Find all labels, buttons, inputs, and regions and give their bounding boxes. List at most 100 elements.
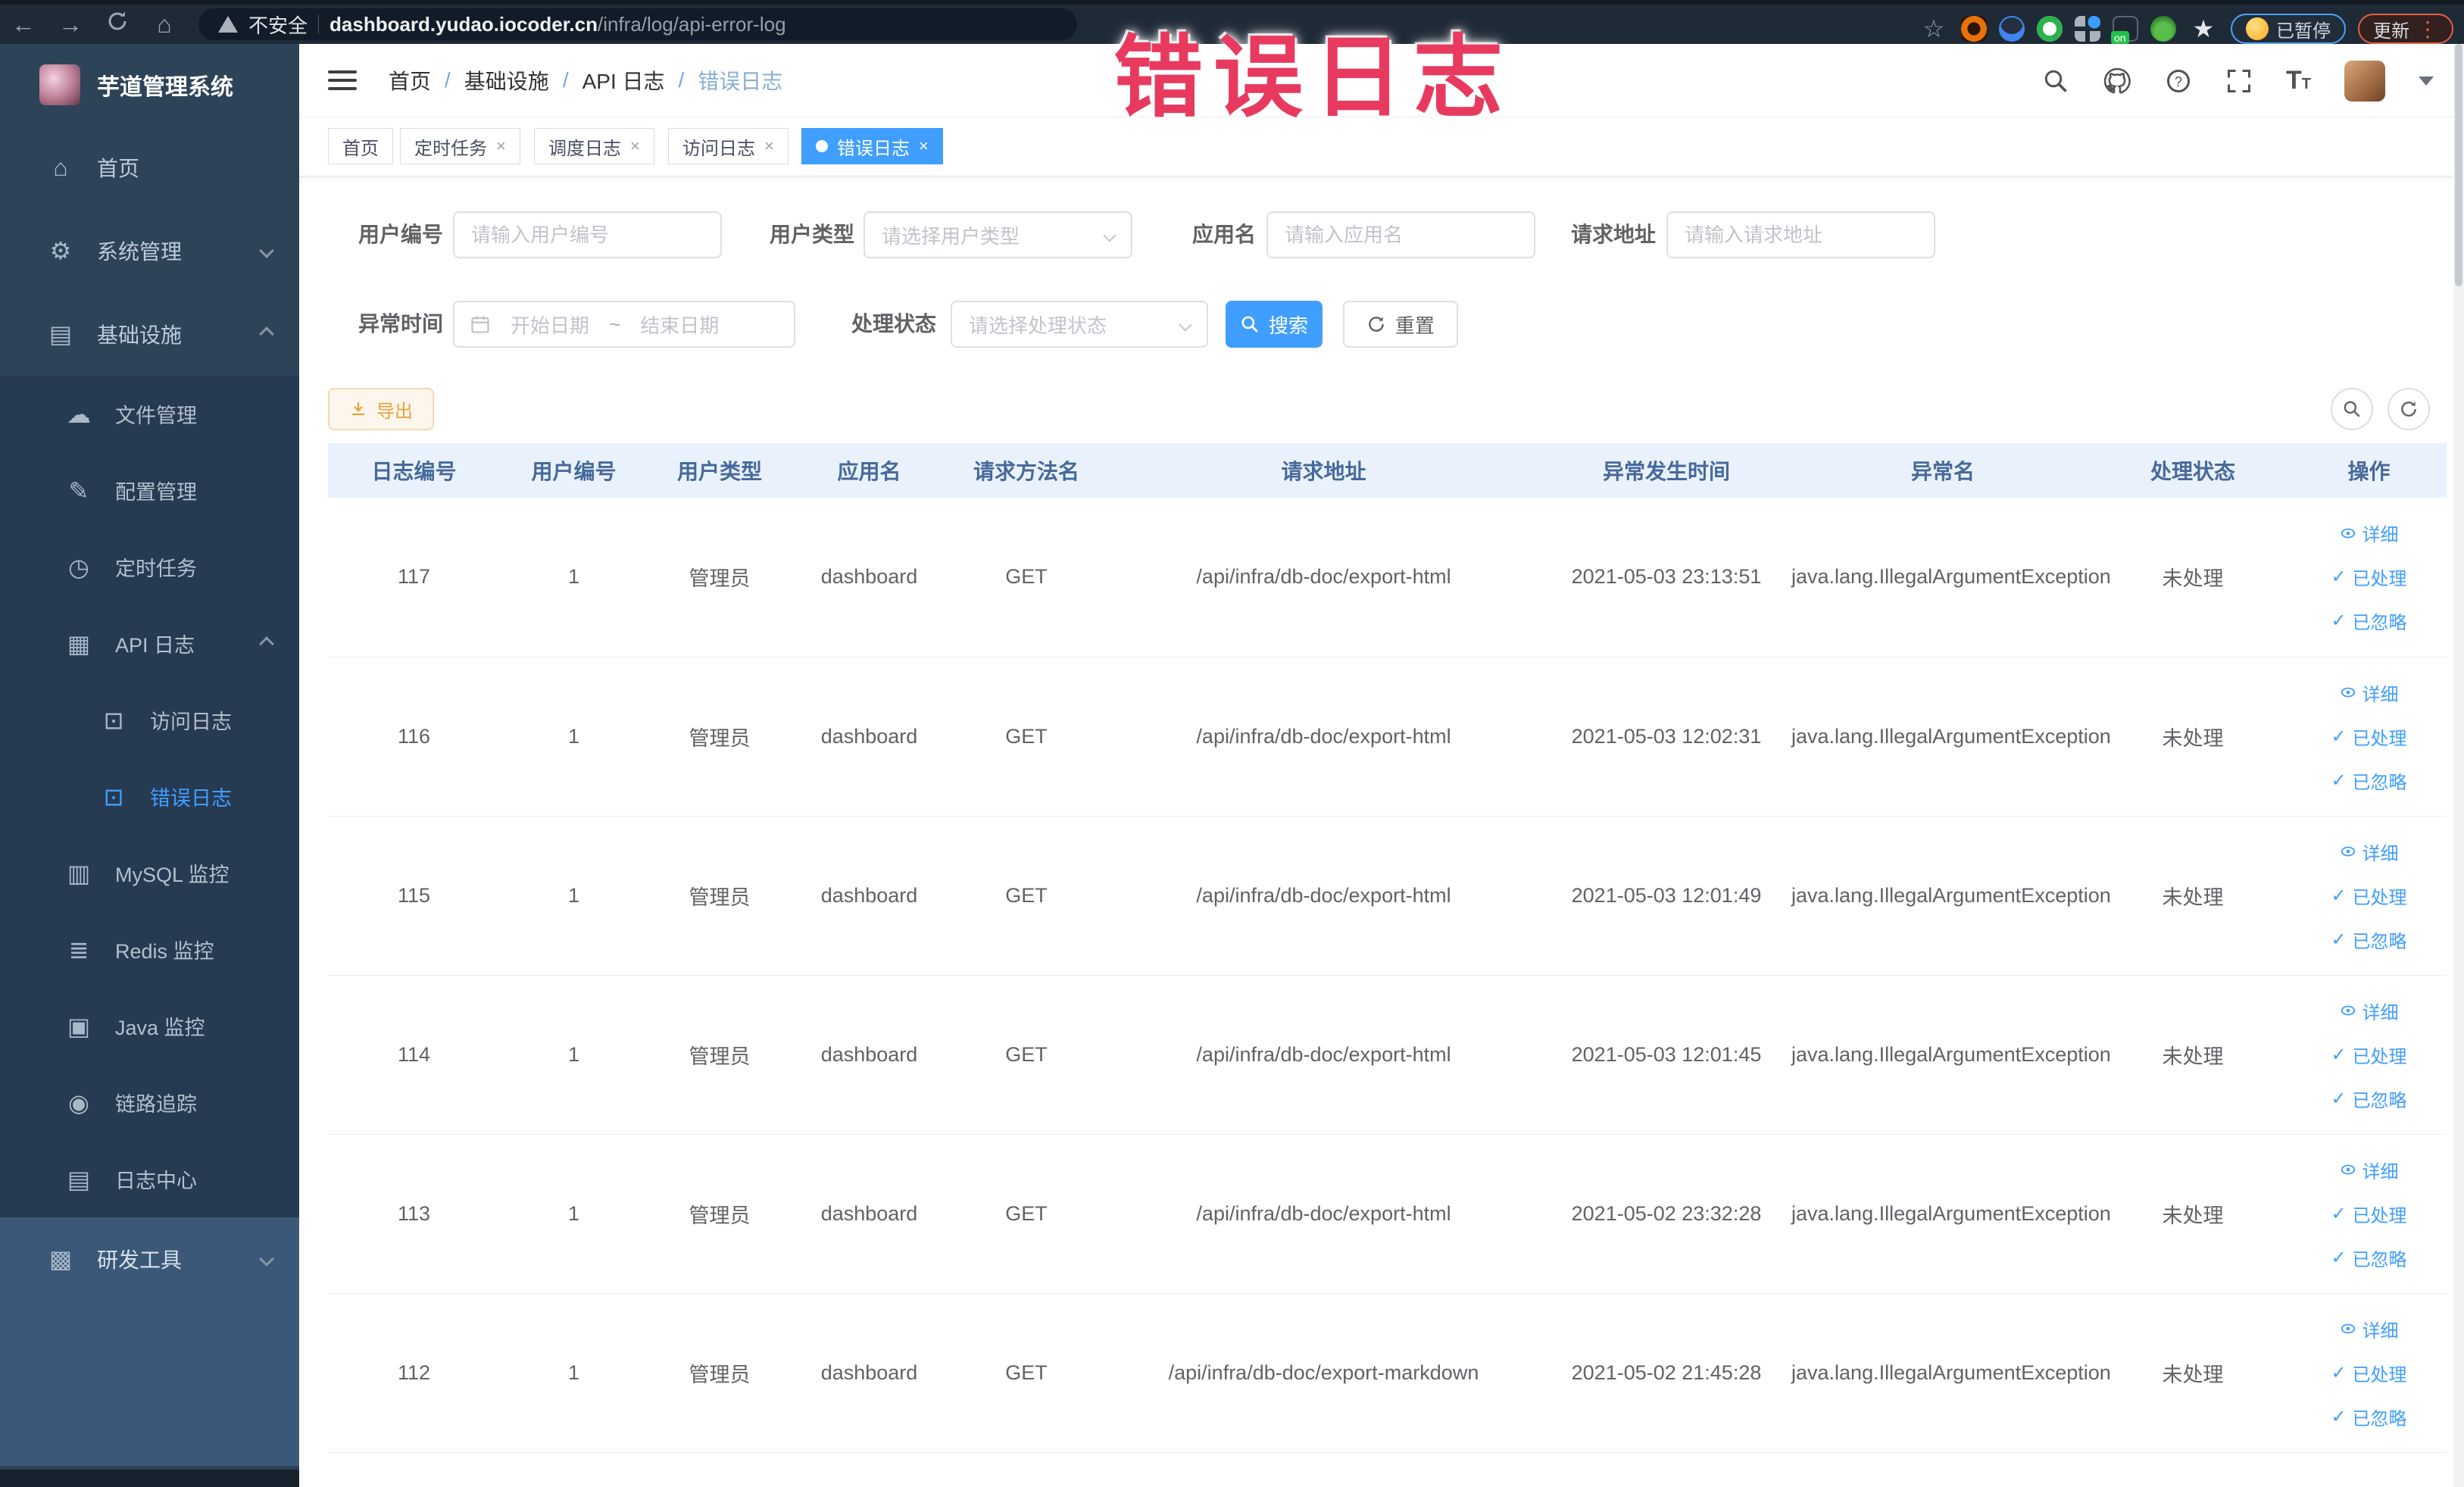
mark-processed-link[interactable]: ✓ 已处理 xyxy=(2291,1351,2447,1395)
url-text[interactable]: dashboard.yudao.iocoder.cn/infra/log/api… xyxy=(329,13,786,36)
mark-processed-link[interactable]: ✓ 已处理 xyxy=(2291,714,2447,758)
sidebar-item-trace[interactable]: ◉ 链路追踪 xyxy=(0,1064,299,1141)
browser-reload-icon[interactable] xyxy=(94,10,141,39)
detail-link[interactable]: 详细 xyxy=(2291,1148,2447,1192)
user-id-input[interactable] xyxy=(453,211,722,258)
detail-link[interactable]: 详细 xyxy=(2291,1307,2447,1351)
kebab-menu-icon[interactable]: ⋮ xyxy=(2417,17,2438,42)
tab-schedule-log[interactable]: 调度日志 × xyxy=(534,128,654,164)
request-url-input[interactable] xyxy=(1666,211,1935,258)
fullscreen-icon[interactable] xyxy=(2225,67,2253,95)
export-button[interactable]: 导出 xyxy=(328,388,434,430)
breadcrumb-item-api-log[interactable]: API 日志 xyxy=(582,65,665,95)
page-scrollbar[interactable] xyxy=(2453,44,2464,1487)
select-placeholder: 请选择用户类型 xyxy=(882,224,1020,248)
mark-ignored-link[interactable]: ✓ 已忽略 xyxy=(2291,599,2447,643)
bookmark-star-icon[interactable]: ☆ xyxy=(1919,14,1949,43)
app-logo-row[interactable]: 芋道管理系统 xyxy=(0,44,299,126)
extension-icon-green-sprout[interactable] xyxy=(2150,16,2176,42)
tab-home[interactable]: 首页 xyxy=(328,128,393,164)
sidebar-item-java-monitor[interactable]: ▣ Java 监控 xyxy=(0,988,299,1064)
app-name-input[interactable] xyxy=(1266,211,1535,258)
sidebar-item-file-management[interactable]: ☁ 文件管理 xyxy=(0,376,299,452)
sidebar-item-dev-tools[interactable]: ▩ 研发工具 xyxy=(0,1217,299,1301)
user-menu-caret-icon[interactable] xyxy=(2419,76,2434,86)
mark-ignored-link[interactable]: ✓ 已忽略 xyxy=(2291,1236,2447,1279)
help-icon[interactable]: ? xyxy=(2165,67,2192,95)
address-bar[interactable]: 不安全 dashboard.yudao.iocoder.cn/infra/log… xyxy=(198,8,1077,40)
cell-status: 未处理 xyxy=(2094,1134,2291,1294)
sidebar-item-mysql-monitor[interactable]: ▥ MySQL 监控 xyxy=(0,835,299,911)
close-icon[interactable]: × xyxy=(630,136,640,156)
browser-home-icon[interactable]: ⌂ xyxy=(141,11,188,39)
browser-forward-icon[interactable]: → xyxy=(47,11,94,39)
tab-access-log[interactable]: 访问日志 × xyxy=(668,128,789,164)
breadcrumb-item-home[interactable]: 首页 xyxy=(389,65,431,95)
check-icon: ✓ xyxy=(2331,567,2347,588)
filter-label-request-url: 请求地址 xyxy=(1570,223,1656,246)
tab-scheduled-tasks[interactable]: 定时任务 × xyxy=(400,128,520,164)
close-icon[interactable]: × xyxy=(919,136,929,156)
sidebar-item-log-center[interactable]: ▤ 日志中心 xyxy=(0,1141,299,1217)
detail-link[interactable]: 详细 xyxy=(2291,829,2447,873)
mark-processed-link[interactable]: ✓ 已处理 xyxy=(2291,1032,2447,1076)
sidebar-item-config-management[interactable]: ✎ 配置管理 xyxy=(0,452,299,529)
sidebar-item-api-log[interactable]: ▦ API 日志 xyxy=(0,605,299,682)
close-icon[interactable]: × xyxy=(764,136,774,156)
cell-user-type: 管理员 xyxy=(648,816,792,976)
sidebar-item-access-log[interactable]: ⊡ 访问日志 xyxy=(0,682,299,758)
sidebar-item-system-management[interactable]: ⚙ 系统管理 xyxy=(0,209,299,292)
breadcrumb-item-infrastructure[interactable]: 基础设施 xyxy=(464,65,549,95)
browser-update-button[interactable]: 更新 ⋮ xyxy=(2358,14,2453,44)
extension-icon-blue-shield[interactable] xyxy=(1999,16,2025,42)
detail-link[interactable]: 详细 xyxy=(2291,989,2447,1032)
extension-icon-on-badge[interactable]: on xyxy=(2111,16,2138,45)
sidebar-item-label: 日志中心 xyxy=(115,1170,197,1192)
mark-ignored-link[interactable]: ✓ 已忽略 xyxy=(2291,1076,2447,1120)
mark-ignored-link[interactable]: ✓ 已忽略 xyxy=(2291,1395,2447,1439)
sidebar-item-error-log[interactable]: ⊡ 错误日志 xyxy=(0,758,299,835)
mark-processed-link[interactable]: ✓ 已处理 xyxy=(2291,1192,2447,1236)
extension-icon-grid[interactable] xyxy=(2075,16,2100,42)
tab-error-log[interactable]: 错误日志 × xyxy=(801,128,943,164)
not-secure-label[interactable]: 不安全 xyxy=(248,11,308,39)
browser-back-icon[interactable]: ← xyxy=(0,11,47,39)
extension-icon-puzzle[interactable]: ★ xyxy=(2188,14,2219,43)
cell-actions: 详细 ✓ 已处理 ✓ 已忽略 xyxy=(2291,1134,2447,1294)
mark-processed-link[interactable]: ✓ 已处理 xyxy=(2291,873,2447,917)
github-icon[interactable] xyxy=(2103,67,2131,95)
sidebar-item-scheduled-tasks[interactable]: ◷ 定时任务 xyxy=(0,529,299,605)
mark-ignored-link[interactable]: ✓ 已忽略 xyxy=(2291,917,2447,961)
action-label: 已处理 xyxy=(2352,887,2407,908)
reset-button[interactable]: 重置 xyxy=(1343,301,1458,348)
detail-link[interactable]: 详细 xyxy=(2291,511,2447,555)
scrollbar-thumb[interactable] xyxy=(2455,44,2462,286)
search-icon[interactable] xyxy=(2042,67,2069,95)
search-button[interactable]: 搜索 xyxy=(1226,301,1323,348)
detail-link[interactable]: 详细 xyxy=(2291,670,2447,714)
close-icon[interactable]: × xyxy=(496,136,506,156)
toggle-search-button[interactable] xyxy=(2331,388,2373,430)
process-status-select[interactable]: 请选择处理状态 xyxy=(951,301,1208,348)
refresh-table-button[interactable] xyxy=(2387,388,2430,430)
cell-status: 未处理 xyxy=(2094,657,2291,817)
filter-label-user-id: 用户编号 xyxy=(358,223,443,246)
font-size-icon[interactable]: TT xyxy=(2286,66,2311,95)
sidebar-item-home[interactable]: ⌂ 首页 xyxy=(0,126,299,209)
extension-icon-orange-ring[interactable] xyxy=(1961,16,1987,42)
col-header-method: 请求方法名 xyxy=(947,443,1106,498)
sidebar-item-infrastructure[interactable]: ▤ 基础设施 xyxy=(0,292,299,376)
user-avatar[interactable] xyxy=(2344,60,2385,102)
sidebar-item-redis-monitor[interactable]: ≣ Redis 监控 xyxy=(0,911,299,988)
col-header-url: 请求地址 xyxy=(1106,443,1541,498)
sidebar-collapse-icon[interactable] xyxy=(328,65,357,95)
mark-ignored-link[interactable]: ✓ 已忽略 xyxy=(2291,758,2447,802)
sidebar: 芋道管理系统 ⌂ 首页 ⚙ 系统管理 ▤ 基础设施 ☁ 文件管理 ✎ 配置管理 … xyxy=(0,44,299,1487)
cell-log-id: 113 xyxy=(328,1134,500,1294)
main-content: 首页 / 基础设施 / API 日志 / 错误日志 ? TT 首页 定时任务 ×… xyxy=(299,44,2464,1487)
user-type-select[interactable]: 请选择用户类型 xyxy=(863,211,1132,258)
exception-time-range-picker[interactable]: 开始日期 ~ 结束日期 xyxy=(453,301,795,348)
paused-extension-pill[interactable]: 已暂停 xyxy=(2231,14,2346,44)
extension-icon-green-v[interactable] xyxy=(2037,16,2063,42)
mark-processed-link[interactable]: ✓ 已处理 xyxy=(2291,555,2447,599)
